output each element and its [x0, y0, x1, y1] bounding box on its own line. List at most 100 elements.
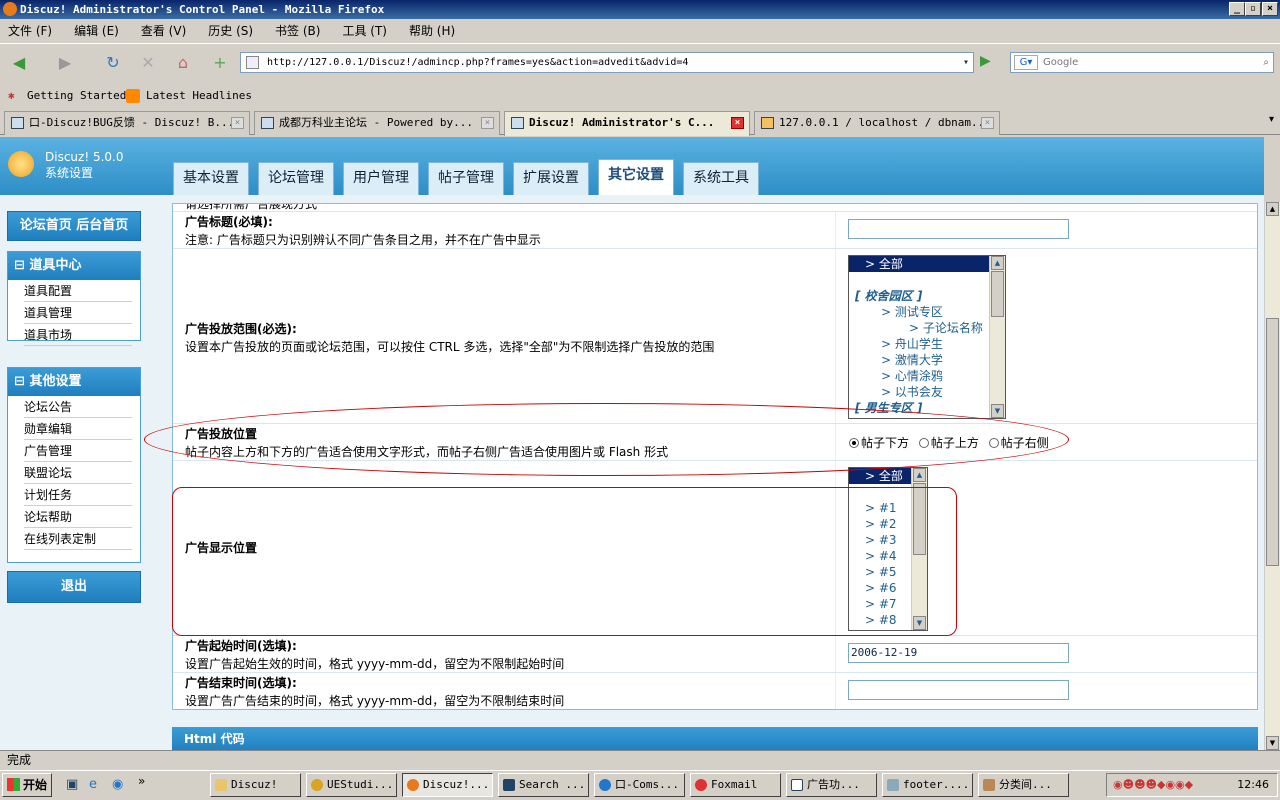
range-option[interactable]: [ 校舍园区 ] — [849, 288, 1005, 304]
start-label: 开始 — [23, 778, 48, 792]
collapse-icon[interactable]: ⊟ — [14, 258, 25, 273]
title-input[interactable] — [848, 219, 1069, 239]
taskbar-item[interactable]: Foxmail — [690, 773, 781, 797]
sidebar-item-prop-config[interactable]: 道具配置 — [24, 280, 132, 302]
minimize-button[interactable]: _ — [1229, 2, 1245, 16]
tab-system-tools[interactable]: 系统工具 — [683, 162, 759, 195]
tab-other-settings[interactable]: 其它设置 — [598, 159, 674, 195]
scroll-thumb[interactable] — [1266, 318, 1279, 566]
search-icon[interactable]: ⌕ — [1263, 53, 1269, 72]
tab-post-management[interactable]: 帖子管理 — [428, 162, 504, 195]
stop-icon[interactable]: ✕ — [135, 51, 161, 77]
range-option[interactable]: > 全部 — [849, 256, 1005, 272]
taskbar-item[interactable]: UEStudi... — [306, 773, 397, 797]
range-option[interactable]: > 以书会友 — [849, 384, 1005, 400]
tab-close-icon[interactable]: × — [231, 117, 244, 129]
start-date-input[interactable]: 2006-12-19 — [848, 643, 1069, 663]
menu-file[interactable]: 文件 (F) — [8, 24, 52, 38]
search-input[interactable]: G▾ Google ⌕ — [1010, 52, 1274, 73]
end-date-input[interactable] — [848, 680, 1069, 700]
reload-icon[interactable]: ↻ — [100, 51, 126, 77]
scroll-down-icon[interactable]: ▼ — [1266, 736, 1279, 750]
range-scrollbar[interactable]: ▲ ▼ — [989, 256, 1005, 418]
range-option[interactable]: > 舟山学生 — [849, 336, 1005, 352]
tray-icons[interactable]: ◉☻☻☻◆◉◉◆ — [1113, 774, 1193, 796]
browser-tab[interactable]: 成都万科业主论坛 - Powered by... × — [254, 111, 500, 135]
menu-tools[interactable]: 工具 (T) — [342, 24, 387, 38]
html-code-section-header[interactable]: Html 代码 — [172, 727, 1258, 750]
tab-extension-settings[interactable]: 扩展设置 — [513, 162, 589, 195]
range-listbox[interactable]: > 全部 [ 校舍园区 ] > 测试专区 > 子论坛名称 > 舟山学生 > 激情… — [848, 255, 1006, 419]
sidebar-item-alliance[interactable]: 联盟论坛 — [24, 462, 132, 484]
address-dropdown-icon[interactable]: ▾ — [963, 53, 969, 72]
menu-help[interactable]: 帮助 (H) — [409, 24, 455, 38]
tab-basic-settings[interactable]: 基本设置 — [173, 162, 249, 195]
column-divider — [835, 636, 836, 672]
scroll-up-icon[interactable]: ▲ — [913, 468, 926, 482]
sidebar-home-links[interactable]: 论坛首页 后台首页 — [7, 211, 141, 241]
range-option[interactable]: > 心情涂鸦 — [849, 368, 1005, 384]
rss-icon — [126, 89, 140, 103]
end-desc: 设置广告广告结束的时间，格式 yyyy-mm-dd，留空为不限制结束时间 — [185, 694, 565, 708]
quicklaunch-ie-icon[interactable]: e — [89, 777, 97, 792]
taskbar-item[interactable]: Search ... — [498, 773, 589, 797]
forward-icon[interactable]: ▶ — [52, 51, 78, 77]
taskbar-item[interactable]: Discuz! — [210, 773, 301, 797]
menu-view[interactable]: 查看 (V) — [141, 24, 186, 38]
scroll-up-icon[interactable]: ▲ — [991, 256, 1004, 270]
menu-bookmarks[interactable]: 书签 (B) — [275, 24, 320, 38]
quicklaunch-desktop-icon[interactable]: ▣ — [66, 777, 78, 792]
go-icon[interactable]: ▶ — [980, 53, 991, 69]
browser-tab[interactable]: 口-Discuz!BUG反馈 - Discuz! B... × — [4, 111, 250, 135]
red-annotation-ellipse — [144, 403, 1069, 476]
sidebar-group-header[interactable]: ⊟ 道具中心 — [8, 252, 140, 280]
bookmark-getting-started[interactable]: Getting Started — [27, 85, 126, 107]
maximize-button[interactable]: ▫ — [1245, 2, 1261, 16]
google-engine-icon[interactable]: G▾ — [1014, 55, 1038, 70]
browser-tab[interactable]: 127.0.0.1 / localhost / dbnam... × — [754, 111, 1000, 135]
taskbar-item[interactable]: 广告功... — [786, 773, 877, 797]
collapse-icon[interactable]: ⊟ — [14, 374, 25, 389]
quicklaunch-more-icon[interactable]: » — [138, 774, 145, 788]
bookmark-latest-headlines[interactable]: Latest Headlines — [146, 85, 252, 107]
menu-history[interactable]: 历史 (S) — [208, 24, 253, 38]
range-option[interactable]: > 测试专区 — [849, 304, 1005, 320]
page-scrollbar[interactable]: ▲ ▼ — [1264, 202, 1280, 750]
tab-close-icon[interactable]: × — [981, 117, 994, 129]
tab-close-icon[interactable]: × — [481, 117, 494, 129]
sidebar-item-scheduled-tasks[interactable]: 计划任务 — [24, 484, 132, 506]
taskbar-item[interactable]: 分类间... — [978, 773, 1069, 797]
logout-button[interactable]: 退出 — [7, 571, 141, 603]
back-icon[interactable]: ◀ — [6, 51, 32, 77]
sidebar-item-announcements[interactable]: 论坛公告 — [24, 396, 132, 418]
sidebar-item-forum-help[interactable]: 论坛帮助 — [24, 506, 132, 528]
sidebar-item-online-list[interactable]: 在线列表定制 — [24, 528, 132, 550]
quicklaunch-app-icon[interactable]: ◉ — [112, 777, 123, 792]
browser-tab-active[interactable]: Discuz! Administrator's C... × — [504, 111, 750, 136]
taskbar-item[interactable]: footer.... — [882, 773, 973, 797]
tab-forum-management[interactable]: 论坛管理 — [258, 162, 334, 195]
address-bar[interactable]: http://127.0.0.1/Discuz!/admincp.php?fra… — [240, 52, 974, 73]
tab-user-management[interactable]: 用户管理 — [343, 162, 419, 195]
sidebar-item-prop-market[interactable]: 道具市场 — [24, 324, 132, 346]
close-button[interactable]: × — [1262, 2, 1278, 16]
sidebar-group-header[interactable]: ⊟ 其他设置 — [8, 368, 140, 396]
menu-edit[interactable]: 编辑 (E) — [74, 24, 119, 38]
red-annotation-box — [172, 487, 957, 636]
range-option[interactable]: > 激情大学 — [849, 352, 1005, 368]
discuz-logo-icon — [8, 151, 34, 177]
start-button[interactable]: 开始 — [2, 773, 52, 797]
tab-list-icon[interactable]: ▾ — [1269, 114, 1274, 125]
scroll-up-icon[interactable]: ▲ — [1266, 202, 1279, 216]
sidebar-item-medals[interactable]: 勋章编辑 — [24, 418, 132, 440]
new-tab-icon[interactable]: + — [207, 51, 233, 77]
sidebar-item-advertisements[interactable]: 广告管理 — [24, 440, 132, 462]
scroll-thumb[interactable] — [991, 271, 1004, 317]
scroll-down-icon[interactable]: ▼ — [991, 404, 1004, 418]
range-option[interactable]: > 子论坛名称 — [849, 320, 1005, 336]
sidebar-item-prop-management[interactable]: 道具管理 — [24, 302, 132, 324]
tab-close-icon[interactable]: × — [731, 117, 744, 129]
taskbar-item-active[interactable]: Discuz!... — [402, 773, 493, 797]
taskbar-item[interactable]: 口-Coms... — [594, 773, 685, 797]
home-icon[interactable]: ⌂ — [170, 51, 196, 77]
